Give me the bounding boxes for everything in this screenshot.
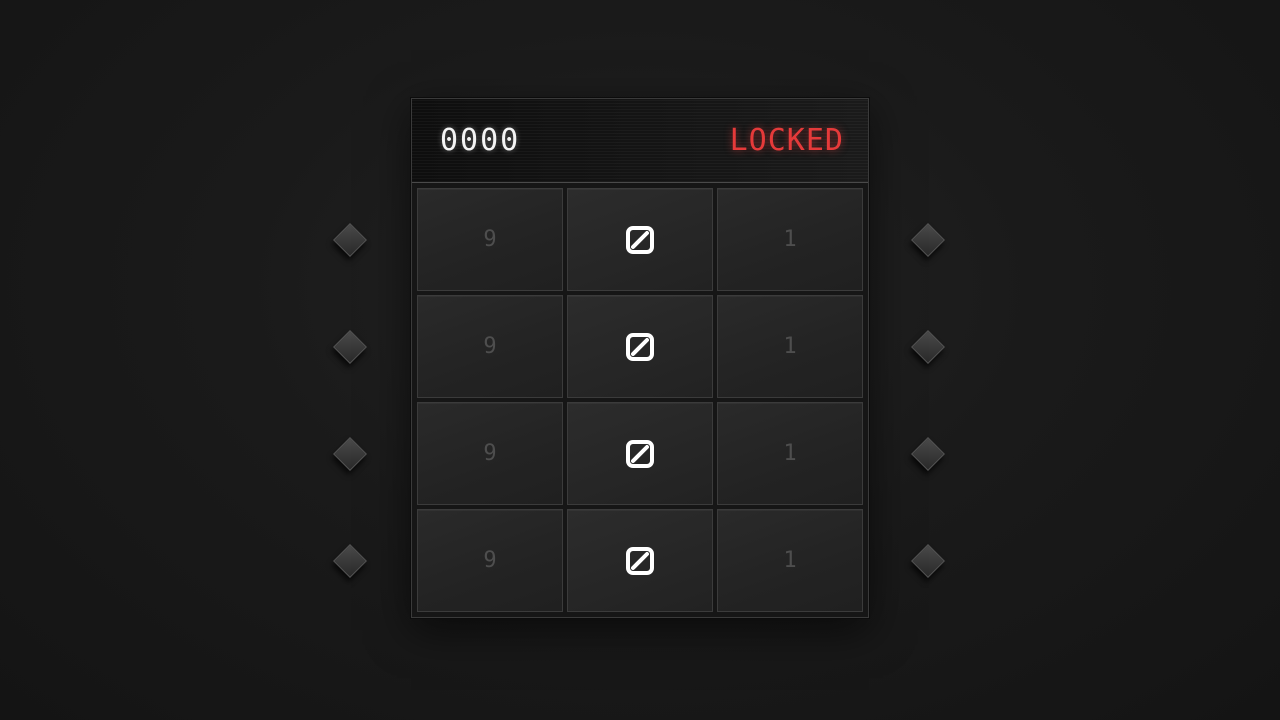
diamond-icon — [911, 223, 945, 257]
current-digit-cell[interactable] — [567, 509, 713, 612]
next-digit: 1 — [783, 548, 797, 573]
diamond-icon — [333, 544, 367, 578]
slashed-zero-icon — [626, 439, 654, 468]
prev-digit-cell[interactable]: 9 — [417, 188, 563, 291]
diamond-icon — [333, 330, 367, 364]
prev-digit: 9 — [483, 548, 497, 573]
left-stepper-row-3[interactable] — [332, 436, 368, 472]
next-digit-cell[interactable]: 1 — [717, 295, 863, 398]
prev-digit-cell[interactable]: 9 — [417, 402, 563, 505]
next-digit-cell[interactable]: 1 — [717, 402, 863, 505]
slashed-zero-icon — [626, 225, 654, 254]
right-stepper-row-3[interactable] — [910, 436, 946, 472]
current-digit-cell[interactable] — [567, 295, 713, 398]
code-readout: 0000 — [440, 123, 521, 158]
next-digit-cell[interactable]: 1 — [717, 509, 863, 612]
prev-digit: 9 — [483, 227, 497, 252]
lock-stage: 0000 LOCKED 9 1 9 1 9 1 9 1 — [0, 0, 1280, 720]
prev-digit-cell[interactable]: 9 — [417, 295, 563, 398]
left-stepper-row-4[interactable] — [332, 543, 368, 579]
prev-digit-cell[interactable]: 9 — [417, 509, 563, 612]
slashed-zero-icon — [626, 332, 654, 361]
combination-lock-panel: 0000 LOCKED 9 1 9 1 9 1 9 1 — [411, 98, 869, 618]
prev-digit: 9 — [483, 334, 497, 359]
diamond-icon — [911, 437, 945, 471]
right-stepper-row-2[interactable] — [910, 329, 946, 365]
next-digit-cell[interactable]: 1 — [717, 188, 863, 291]
lock-status: LOCKED — [729, 123, 844, 158]
next-digit: 1 — [783, 227, 797, 252]
diamond-icon — [911, 330, 945, 364]
left-stepper-row-1[interactable] — [332, 222, 368, 258]
current-digit-cell[interactable] — [567, 188, 713, 291]
prev-digit: 9 — [483, 441, 497, 466]
left-stepper-row-2[interactable] — [332, 329, 368, 365]
diamond-icon — [333, 223, 367, 257]
next-digit: 1 — [783, 441, 797, 466]
current-digit-cell[interactable] — [567, 402, 713, 505]
diamond-icon — [333, 437, 367, 471]
lock-display-header: 0000 LOCKED — [412, 99, 868, 183]
right-stepper-row-4[interactable] — [910, 543, 946, 579]
slashed-zero-icon — [626, 546, 654, 575]
diamond-icon — [911, 544, 945, 578]
digit-wheel-grid: 9 1 9 1 9 1 9 1 — [417, 188, 863, 612]
next-digit: 1 — [783, 334, 797, 359]
right-stepper-row-1[interactable] — [910, 222, 946, 258]
